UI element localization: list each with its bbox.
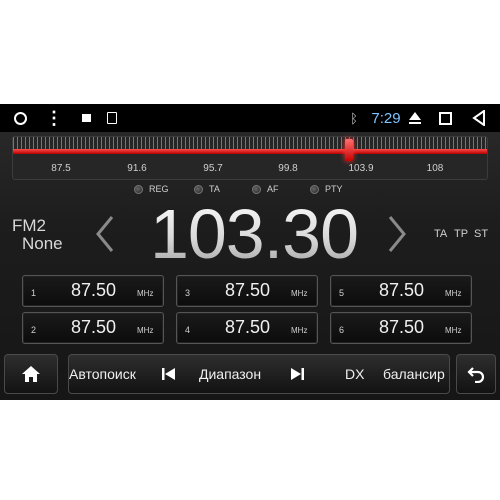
square-recents-icon[interactable] <box>436 104 454 132</box>
preset-frequency: 87.50 <box>71 280 117 300</box>
preset-frequency: 87.50 <box>379 317 425 337</box>
range-button[interactable]: Диапазон <box>199 355 261 393</box>
preset-button[interactable]: 4 87.50 MHz <box>176 312 318 344</box>
indicator-dot-icon <box>194 184 203 194</box>
preset-number: 3 <box>185 288 191 298</box>
flag-pty[interactable]: PTY <box>310 184 343 194</box>
tuning-scale[interactable]: 87.5 91.6 95.7 99.8 103.9 108 <box>12 136 488 180</box>
indicator-dot-icon <box>310 184 319 194</box>
preset-unit: MHz <box>445 326 462 335</box>
scale-label: 108 <box>426 163 444 174</box>
station-name: None <box>22 234 63 253</box>
scale-label: 103.9 <box>348 163 374 174</box>
preset-frequency: 87.50 <box>379 280 425 300</box>
indicator-dot-icon <box>252 184 261 194</box>
st-indicator: ST <box>474 228 489 240</box>
scale-red-bar <box>13 149 487 154</box>
radio-screen: ⋮ ᛒ 7:29 87.5 91.6 95.7 99.8 103.9 108 R… <box>0 104 500 400</box>
circle-home-icon[interactable] <box>10 104 30 132</box>
flag-af[interactable]: AF <box>252 184 279 194</box>
more-dots-icon[interactable]: ⋮ <box>45 104 63 132</box>
flag-reg[interactable]: REG <box>134 184 169 194</box>
control-bar: Автопоиск Диапазон DX балансир <box>68 354 450 394</box>
preset-unit: MHz <box>445 289 462 298</box>
image-icon <box>80 104 92 132</box>
preset-button[interactable]: 3 87.50 MHz <box>176 275 318 307</box>
sd-card-icon <box>104 104 120 132</box>
scale-label: 91.6 <box>127 163 147 174</box>
preset-number: 2 <box>31 325 37 335</box>
preset-frequency: 87.50 <box>225 280 271 300</box>
preset-number: 5 <box>339 288 345 298</box>
clock-time: 7:29 <box>371 109 401 127</box>
home-button[interactable] <box>4 354 58 394</box>
home-icon <box>22 366 40 382</box>
eject-icon[interactable] <box>408 104 422 132</box>
preset-button[interactable]: 2 87.50 MHz <box>22 312 164 344</box>
tp-indicator: TP <box>454 228 469 240</box>
preset-frequency: 87.50 <box>225 317 271 337</box>
preset-button[interactable]: 6 87.50 MHz <box>330 312 472 344</box>
dx-button[interactable]: DX <box>345 355 364 393</box>
preset-button[interactable]: 1 87.50 MHz <box>22 275 164 307</box>
bluetooth-icon: ᛒ <box>350 110 358 126</box>
balance-button[interactable]: балансир <box>383 355 445 393</box>
back-triangle-icon[interactable] <box>470 104 488 132</box>
skip-next-icon <box>291 368 304 380</box>
tuning-needle[interactable] <box>345 139 354 161</box>
preset-unit: MHz <box>137 326 154 335</box>
band-label[interactable]: FM2 <box>12 216 46 236</box>
scale-label: 87.5 <box>51 163 71 174</box>
indicator-dot-icon <box>134 184 143 194</box>
preset-number: 4 <box>185 325 191 335</box>
skip-next-button[interactable] <box>289 355 305 393</box>
preset-unit: MHz <box>137 289 154 298</box>
preset-frequency: 87.50 <box>71 317 117 337</box>
preset-number: 1 <box>31 288 37 298</box>
preset-unit: MHz <box>291 289 308 298</box>
scale-label: 95.7 <box>203 163 223 174</box>
flag-ta[interactable]: TA <box>194 184 220 194</box>
seek-up-icon[interactable] <box>384 214 410 254</box>
return-button[interactable] <box>456 354 496 394</box>
preset-unit: MHz <box>291 326 308 335</box>
skip-previous-button[interactable] <box>161 355 177 393</box>
preset-number: 6 <box>339 325 345 335</box>
preset-grid: 1 87.50 MHz 3 87.50 MHz 5 87.50 MHz 2 87… <box>12 272 488 346</box>
preset-button[interactable]: 5 87.50 MHz <box>330 275 472 307</box>
return-icon <box>467 367 485 383</box>
frequency-display: 103.30 <box>134 194 374 274</box>
autosearch-button[interactable]: Автопоиск <box>69 355 136 393</box>
seek-down-icon[interactable] <box>92 214 118 254</box>
skip-previous-icon <box>162 368 175 380</box>
ta-indicator: TA <box>434 228 448 240</box>
status-bar: ⋮ ᛒ 7:29 <box>0 104 500 132</box>
scale-label: 99.8 <box>278 163 298 174</box>
